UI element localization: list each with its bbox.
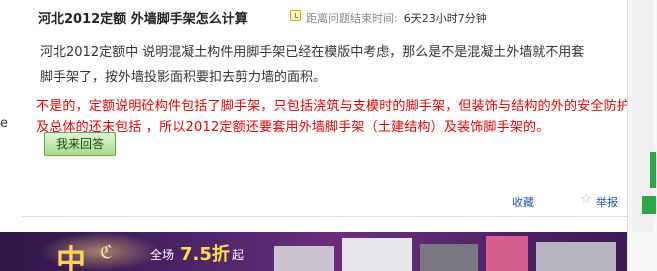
page-left-edge: e	[0, 0, 22, 271]
right-sidebar-accent	[650, 152, 656, 188]
favorite-link[interactable]: 收藏	[512, 194, 534, 210]
right-sidebar	[627, 0, 657, 271]
question-body: 河北2012定额中 说明混凝土构件用脚手架已经在模版中考虑，那么是不是混凝土外墙…	[40, 45, 585, 85]
banner-sale-suffix: 起	[232, 248, 245, 262]
banner-product-image	[486, 236, 528, 271]
banner-sale-prefix: 全场	[150, 248, 175, 262]
banner-product-images	[270, 236, 620, 271]
question-title: 河北2012定额 外墙脚手架怎么计算	[38, 12, 248, 27]
clock-icon	[290, 10, 301, 21]
right-sidebar-accent	[642, 196, 656, 214]
star-icon[interactable]: ☆	[580, 192, 592, 207]
banner-swirl-icon: ℭ	[100, 242, 113, 263]
banner-product-image	[342, 238, 412, 271]
report-link[interactable]: 举报	[596, 194, 618, 210]
banner-logo-char: 中	[56, 244, 86, 271]
banner-product-image	[274, 246, 334, 271]
time-remaining: 距离问题结束时间: 6天23小时7分钟	[306, 10, 487, 26]
time-remaining-value: 6天23小时7分钟	[403, 12, 487, 25]
banner-product-image	[536, 242, 616, 271]
left-edge-glyph: e	[0, 116, 8, 131]
time-remaining-label: 距离问题结束时间:	[306, 12, 398, 25]
card-divider	[22, 216, 627, 217]
promo-banner[interactable]: 中 ℭ 全场 7.5折 起	[0, 232, 627, 271]
banner-product-image	[420, 244, 478, 271]
answer-overlay-text: 不是的，定额说明砼构件包括了脚手架，只包括浇筑与支模时的脚手架，但装饰与结构的外…	[36, 99, 631, 135]
banner-sale-value: 7.5折	[180, 244, 230, 265]
